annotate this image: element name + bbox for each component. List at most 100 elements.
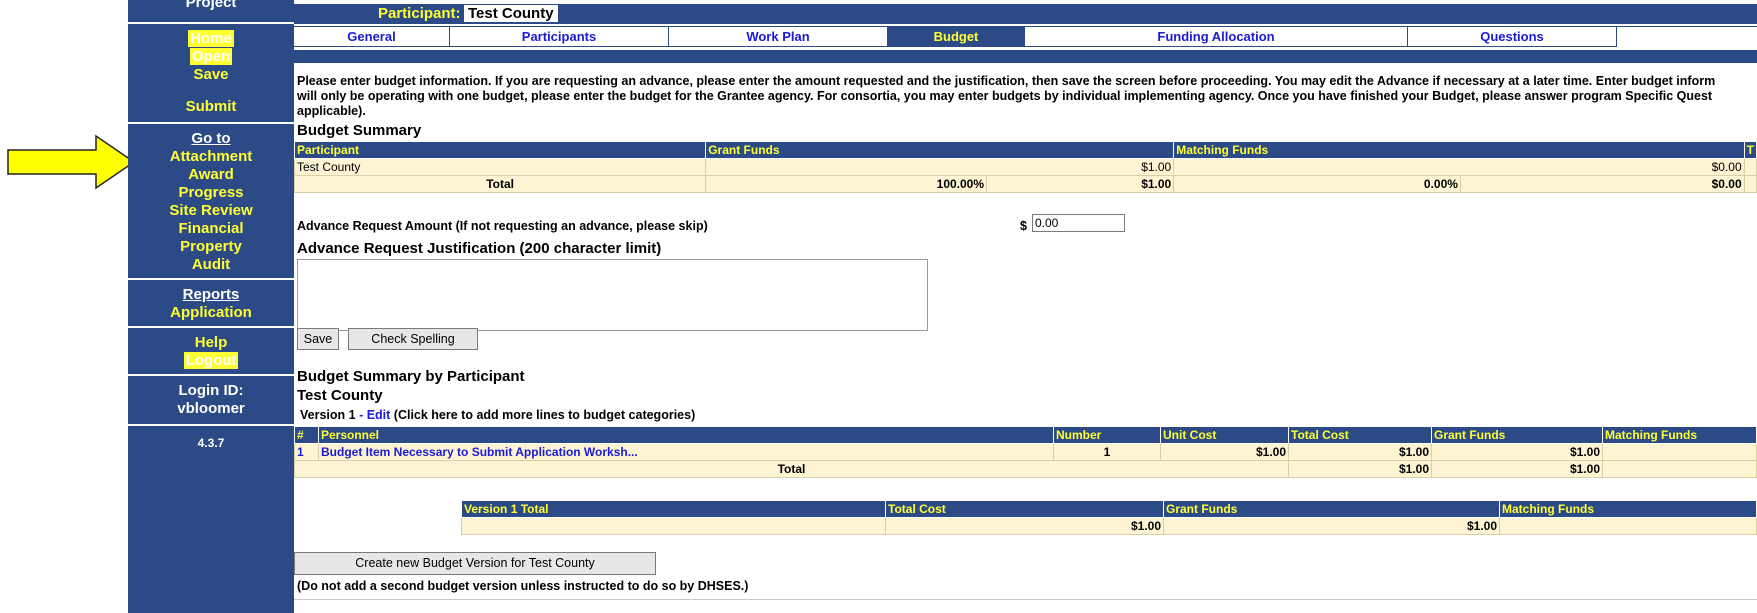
version-label: Version 1	[300, 408, 356, 422]
sidebar-help-link[interactable]: Help	[128, 334, 294, 352]
version-hint: (Click here to add more lines to budget …	[390, 408, 696, 422]
budget-participant-name: Test County	[297, 387, 383, 404]
version-separator: -	[355, 408, 367, 422]
sidebar-property-link[interactable]: Property	[128, 238, 294, 256]
cell-total-label: Total	[294, 460, 1289, 478]
cell-grant-pct: 100.00%	[705, 175, 988, 193]
bottom-divider	[294, 599, 1757, 600]
advance-amount-input[interactable]	[1032, 214, 1125, 232]
cell-grant-sum: $1.00	[1431, 460, 1603, 478]
cell-version-grant: $1.00	[1163, 517, 1500, 535]
budget-summary-title: Budget Summary	[297, 122, 422, 139]
table-header: Participant Grant Funds Matching Funds T	[293, 141, 1757, 159]
sidebar-site-review-link[interactable]: Site Review	[128, 202, 294, 220]
app-version: 4.3.7	[197, 436, 225, 450]
cell-matching-total: $0.00	[1459, 175, 1745, 193]
col-matching-funds: Matching Funds	[1602, 426, 1757, 444]
participant-value: Test County	[464, 5, 558, 22]
sidebar-logout-link[interactable]: Logout	[183, 352, 239, 369]
sidebar-application-link[interactable]: Application	[128, 304, 294, 322]
cell-total-label: Total	[293, 175, 707, 193]
col-grant-funds: Grant Funds	[705, 141, 1175, 159]
cell-total-cost-sum: $1.00	[1288, 460, 1432, 478]
tab-bar: General Participants Work Plan Budget Fu…	[294, 26, 1757, 47]
cell-version-total-cost: $1.00	[885, 517, 1164, 535]
col-total-cost: Total Cost	[885, 500, 1164, 518]
instructions-text: Please enter budget information. If you …	[297, 74, 1757, 119]
advance-justification-textarea[interactable]	[297, 259, 928, 331]
tab-funding-allocation[interactable]: Funding Allocation	[1025, 27, 1408, 47]
arrow-annotation-icon	[7, 134, 136, 190]
table-header: Version 1 Total Total Cost Grant Funds M…	[461, 500, 1757, 518]
sidebar-award-link[interactable]: Award	[128, 166, 294, 184]
cell-grant-funds: $1.00	[1431, 443, 1603, 461]
tab-participants[interactable]: Participants	[450, 27, 669, 47]
col-unit-cost: Unit Cost	[1160, 426, 1289, 444]
instructions-line-2: will only be operating with one budget, …	[297, 89, 1713, 103]
cell-participant: Test County	[293, 158, 707, 176]
participant-label: Participant:	[378, 5, 461, 22]
col-matching-funds: Matching Funds	[1173, 141, 1745, 159]
sidebar-goto-label: Go to	[191, 130, 231, 147]
tab-budget[interactable]: Budget	[888, 27, 1025, 47]
save-button[interactable]: Save	[297, 328, 339, 350]
main-content: Participant: Test County General Partici…	[293, 0, 1757, 613]
col-number-sign: #	[294, 426, 319, 444]
login-id-value: vbloomer	[177, 400, 245, 417]
col-participant: Participant	[293, 141, 707, 159]
sidebar-financial-link[interactable]: Financial	[128, 220, 294, 238]
sidebar-open-link[interactable]: Open	[189, 48, 233, 65]
instructions-line-3: applicable).	[297, 104, 366, 118]
cell-total-cost: $1.00	[1288, 443, 1432, 461]
login-id-label: Login ID:	[178, 382, 244, 399]
create-budget-version-button[interactable]: Create new Budget Version for Test Count…	[294, 552, 656, 575]
header-divider	[294, 50, 1757, 63]
table-row: Test County $1.00 $0.00	[293, 158, 1757, 176]
col-total-cost: Total Cost	[1288, 426, 1432, 444]
col-grant-funds: Grant Funds	[1163, 500, 1500, 518]
sidebar-reports-label: Reports	[182, 286, 240, 303]
col-grant-funds: Grant Funds	[1431, 426, 1603, 444]
cell-row-num: 1	[294, 443, 319, 461]
budget-summary-table: Participant Grant Funds Matching Funds T…	[293, 141, 1757, 193]
sidebar-save-link[interactable]: Save	[128, 66, 294, 84]
sidebar-audit-link[interactable]: Audit	[128, 256, 294, 274]
sidebar-submit-link[interactable]: Submit	[128, 98, 294, 116]
sidebar-home-link[interactable]: Home	[188, 30, 234, 47]
version-total-table: Version 1 Total Total Cost Grant Funds M…	[461, 500, 1757, 535]
table-row: $1.00 $1.00	[461, 517, 1757, 535]
col-version-total: Version 1 Total	[461, 500, 886, 518]
dollar-sign: $	[1020, 219, 1027, 233]
check-spelling-button[interactable]: Check Spelling	[348, 328, 478, 350]
col-number: Number	[1053, 426, 1161, 444]
cell-matching: $0.00	[1173, 158, 1745, 176]
version-line: Version 1 - Edit (Click here to add more…	[300, 408, 695, 422]
sidebar-attachment-link[interactable]: Attachment	[128, 148, 294, 166]
participant-bar: Participant: Test County	[294, 4, 1757, 24]
advance-justification-title: Advance Request Justification (200 chara…	[297, 240, 662, 257]
tab-general[interactable]: General	[294, 27, 450, 47]
personnel-table: # Personnel Number Unit Cost Total Cost …	[294, 426, 1757, 478]
col-personnel: Personnel	[318, 426, 1054, 444]
edit-version-link[interactable]: Edit	[367, 408, 391, 422]
cell-grant-total: $1.00	[986, 175, 1175, 193]
table-total-row: Total $1.00 $1.00	[294, 460, 1757, 478]
table-row: 1 Budget Item Necessary to Submit Applic…	[294, 443, 1757, 461]
cell-number: 1	[1053, 443, 1161, 461]
sidebar-progress-link[interactable]: Progress	[128, 184, 294, 202]
cell-matching-pct: 0.00%	[1173, 175, 1461, 193]
table-total-row: Total 100.00% $1.00 0.00% $0.00	[293, 175, 1757, 193]
tab-work-plan[interactable]: Work Plan	[669, 27, 888, 47]
budget-by-participant-title: Budget Summary by Participant	[297, 368, 525, 385]
cell-grant: $1.00	[705, 158, 1175, 176]
cell-unit-cost: $1.00	[1160, 443, 1289, 461]
tab-questions[interactable]: Questions	[1408, 27, 1617, 47]
second-version-warning: (Do not add a second budget version unle…	[297, 579, 749, 593]
instructions-line-1: Please enter budget information. If you …	[297, 74, 1716, 88]
table-header: # Personnel Number Unit Cost Total Cost …	[294, 426, 1757, 444]
budget-item-link[interactable]: Budget Item Necessary to Submit Applicat…	[318, 443, 1054, 461]
col-matching-funds: Matching Funds	[1499, 500, 1757, 518]
sidebar-project: Project	[185, 0, 237, 11]
sidebar: Project Home Open Save Submit Go to Atta…	[128, 0, 294, 613]
col-total: T	[1743, 141, 1757, 159]
